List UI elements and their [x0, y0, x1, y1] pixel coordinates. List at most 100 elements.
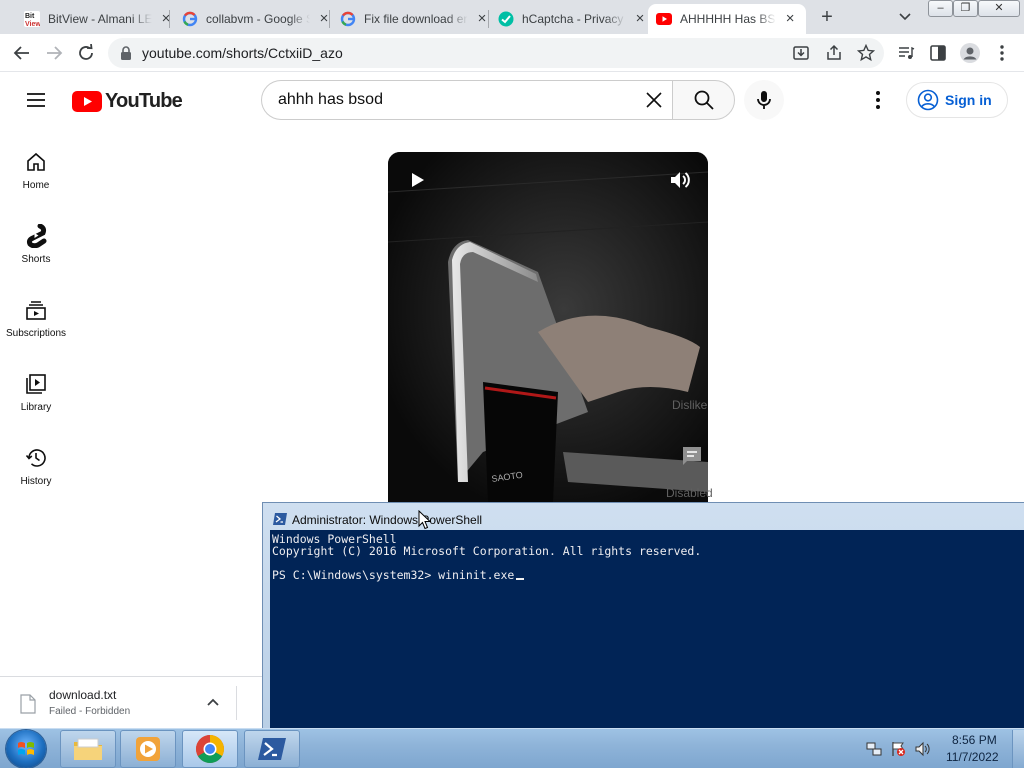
guide-item-history[interactable]: History: [0, 434, 72, 508]
youtube-logo-text: YouTube: [105, 90, 183, 112]
guide-menu-icon[interactable]: [24, 88, 48, 112]
svg-text:View: View: [25, 21, 40, 27]
play-icon[interactable]: [405, 168, 429, 192]
search-query-text: ahhh has bsod: [278, 91, 383, 108]
clear-search-icon[interactable]: [640, 86, 668, 114]
shorts-icon: [24, 224, 48, 248]
tab-bitview[interactable]: Bit View BitView - Almani LE ×: [16, 4, 182, 34]
profile-avatar-icon[interactable]: [960, 43, 980, 63]
media-controls-icon[interactable]: [896, 43, 916, 63]
search-button[interactable]: [672, 80, 735, 120]
tab-fix-file-download[interactable]: Fix file download er ×: [332, 4, 498, 34]
hcaptcha-icon: [498, 11, 514, 27]
comments-icon[interactable]: [680, 444, 704, 468]
network-icon[interactable]: [866, 741, 882, 757]
tab-title: Fix file download er: [364, 12, 468, 26]
powershell-console[interactable]: [270, 530, 1024, 728]
powershell-window-title: Administrator: Windows PowerShell: [292, 513, 483, 527]
dislike-label: Dislike: [672, 398, 708, 412]
youtube-logo[interactable]: YouTube: [72, 90, 183, 113]
sign-in-label: Sign in: [945, 92, 992, 108]
taskbar-chrome[interactable]: [182, 730, 238, 768]
close-window-button[interactable]: ✕: [978, 0, 1020, 17]
mouse-pointer-icon: [418, 509, 432, 530]
taskbar-explorer[interactable]: [60, 730, 116, 768]
start-button[interactable]: [6, 730, 46, 768]
console-prompt-line[interactable]: PS C:\Windows\system32> wininit.exe: [272, 568, 514, 582]
voice-search-button[interactable]: [744, 80, 784, 120]
chevron-up-icon[interactable]: [203, 693, 223, 713]
svg-text:Bit: Bit: [25, 13, 35, 20]
guide-item-label: Subscriptions: [5, 328, 67, 339]
tab-collabvm-search[interactable]: collabvm - Google S ×: [174, 4, 340, 34]
shorts-video-player[interactable]: SAOTO: [388, 152, 708, 502]
back-button[interactable]: [10, 41, 34, 65]
taskbar-powershell[interactable]: [244, 730, 300, 768]
google-icon: [182, 11, 198, 27]
explorer-icon: [74, 738, 102, 760]
volume-tray-icon[interactable]: [914, 741, 930, 757]
guide-item-subscriptions[interactable]: Subscriptions: [0, 286, 72, 360]
powershell-icon: [258, 738, 286, 760]
media-player-icon: [136, 737, 160, 761]
browser-menu-icon[interactable]: [992, 43, 1012, 63]
settings-more-icon[interactable]: [862, 84, 894, 116]
tab-divider: [488, 10, 489, 28]
youtube-logo-icon: [72, 91, 102, 112]
search-input[interactable]: ahhh has bsod: [261, 80, 673, 120]
video-frame-laptop: SAOTO: [388, 152, 708, 502]
account-circle-icon: [917, 89, 939, 111]
forward-button[interactable]: [42, 41, 66, 65]
subscriptions-icon: [24, 298, 48, 322]
tab-divider: [329, 10, 330, 28]
sign-in-button[interactable]: Sign in: [906, 82, 1008, 118]
google-icon: [340, 11, 356, 27]
new-tab-button[interactable]: +: [815, 5, 839, 29]
clock-time[interactable]: 8:56 PM: [952, 733, 997, 747]
show-desktop-button[interactable]: [1012, 730, 1024, 768]
tab-hcaptcha[interactable]: hCaptcha - Privacy ×: [490, 4, 656, 34]
side-panel-icon[interactable]: [928, 43, 948, 63]
history-icon: [24, 446, 48, 470]
tab-youtube-active[interactable]: AHHHHH Has BSOD ×: [648, 4, 806, 34]
download-status: Failed - Forbidden: [49, 706, 131, 717]
minimize-button[interactable]: ‒: [928, 0, 953, 17]
tab-title: hCaptcha - Privacy: [522, 12, 624, 26]
youtube-icon: [656, 11, 672, 27]
install-app-icon[interactable]: [791, 43, 811, 63]
restore-button[interactable]: ❐: [953, 0, 978, 17]
windows-logo-icon: [18, 742, 34, 755]
search-icon: [694, 90, 714, 110]
powershell-icon[interactable]: [272, 512, 288, 526]
guide-item-shorts[interactable]: Shorts: [0, 212, 72, 286]
guide-item-label: History: [20, 476, 52, 487]
reload-button[interactable]: [74, 41, 98, 65]
file-icon: [20, 694, 36, 714]
chrome-icon: [196, 735, 224, 763]
tab-title: AHHHHH Has BSOD: [680, 12, 776, 26]
guide-item-home[interactable]: Home: [0, 138, 72, 212]
action-center-flag-icon[interactable]: [890, 741, 906, 757]
guide-item-library[interactable]: Library: [0, 360, 72, 434]
close-tab-icon[interactable]: ×: [632, 11, 648, 27]
clock-date[interactable]: 11/7/2022: [946, 750, 999, 764]
share-icon[interactable]: [824, 43, 844, 63]
download-filename[interactable]: download.txt: [49, 688, 116, 702]
browser-tab-strip: Bit View BitView - Almani LE × collabvm -…: [0, 0, 1024, 34]
guide-item-label: Home: [22, 180, 50, 191]
lock-icon[interactable]: [120, 46, 132, 65]
bookmark-star-icon[interactable]: [856, 43, 876, 63]
close-tab-icon[interactable]: ×: [158, 11, 174, 27]
taskbar-media-player[interactable]: [120, 730, 176, 768]
guide-item-label: Shorts: [21, 254, 51, 265]
close-tab-icon[interactable]: ×: [782, 11, 798, 27]
volume-icon[interactable]: [668, 168, 692, 192]
console-line: Copyright (C) 2016 Microsoft Corporation…: [272, 544, 702, 558]
library-icon: [24, 372, 48, 396]
text-cursor: [516, 578, 524, 580]
tab-search-chevron-icon[interactable]: [896, 6, 914, 26]
url-text: youtube.com/shorts/CctxiiD_azo: [142, 45, 343, 61]
comments-label: Disabled: [666, 486, 713, 500]
address-bar[interactable]: youtube.com/shorts/CctxiiD_azo: [108, 38, 884, 68]
tab-title: collabvm - Google S: [206, 12, 310, 26]
